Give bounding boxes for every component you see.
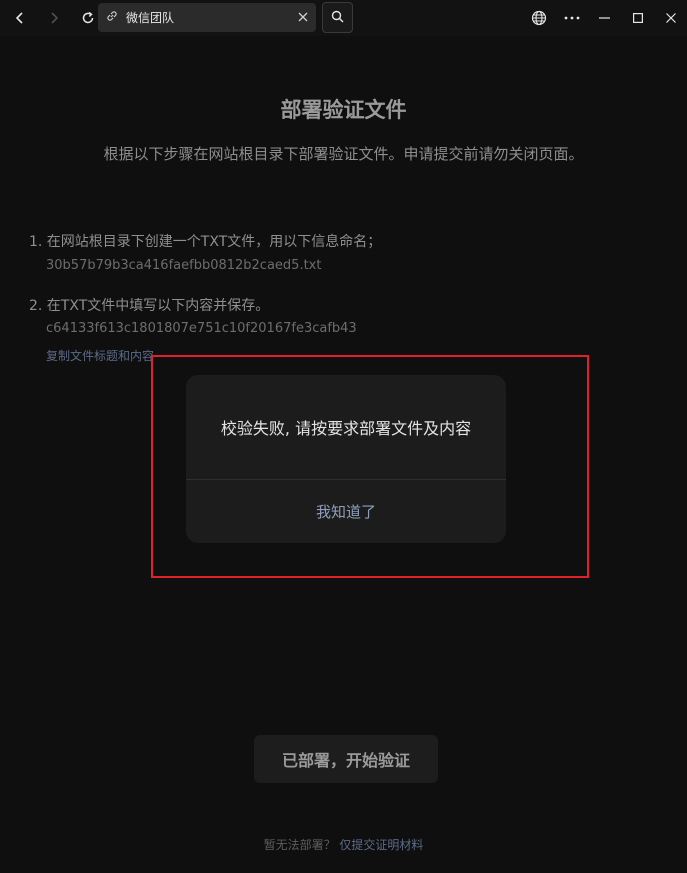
close-icon[interactable] <box>298 10 308 26</box>
submit-proof-link[interactable]: 仅提交证明材料 <box>339 838 423 852</box>
forward-icon[interactable] <box>40 4 68 32</box>
step-1-label: 1. 在网站根目录下创建一个TXT文件，用以下信息命名； <box>29 234 382 250</box>
step-1-filename: 30b57b79b3ca416faefbb0812b2caed5.txt <box>46 258 322 273</box>
globe-icon[interactable] <box>522 0 555 36</box>
search-button[interactable] <box>322 2 353 33</box>
footer: 暂无法部署？ 仅提交证明材料 <box>0 836 687 853</box>
more-icon[interactable] <box>555 0 588 36</box>
tab-title: 微信团队 <box>126 11 175 25</box>
window-close-icon[interactable] <box>654 0 687 36</box>
page-title: 部署验证文件 <box>280 98 407 122</box>
minimize-icon[interactable] <box>588 0 621 36</box>
error-dialog: 校验失败, 请按要求部署文件及内容 我知道了 <box>186 375 506 543</box>
page-subtitle: 根据以下步骤在网站根目录下部署验证文件。申请提交前请勿关闭页面。 <box>103 145 584 163</box>
deploy-verify-button[interactable]: 已部署，开始验证 <box>254 735 438 783</box>
copy-file-link[interactable]: 复制文件标题和内容 <box>46 347 154 364</box>
maximize-icon[interactable] <box>621 0 654 36</box>
step-2-label: 2. 在TXT文件中填写以下内容并保存。 <box>29 298 270 314</box>
dialog-ok-button[interactable]: 我知道了 <box>186 480 506 543</box>
window-controls <box>522 0 687 36</box>
search-icon <box>331 8 344 27</box>
back-icon[interactable] <box>6 4 34 32</box>
tab-address-bar[interactable]: 微信团队 <box>98 3 316 32</box>
dialog-message: 校验失败, 请按要求部署文件及内容 <box>220 419 472 438</box>
link-icon <box>106 10 122 25</box>
footer-text: 暂无法部署？ <box>263 838 336 852</box>
step-2-content: c64133f613c1801807e751c10f20167fe3cafb43 <box>46 321 357 336</box>
